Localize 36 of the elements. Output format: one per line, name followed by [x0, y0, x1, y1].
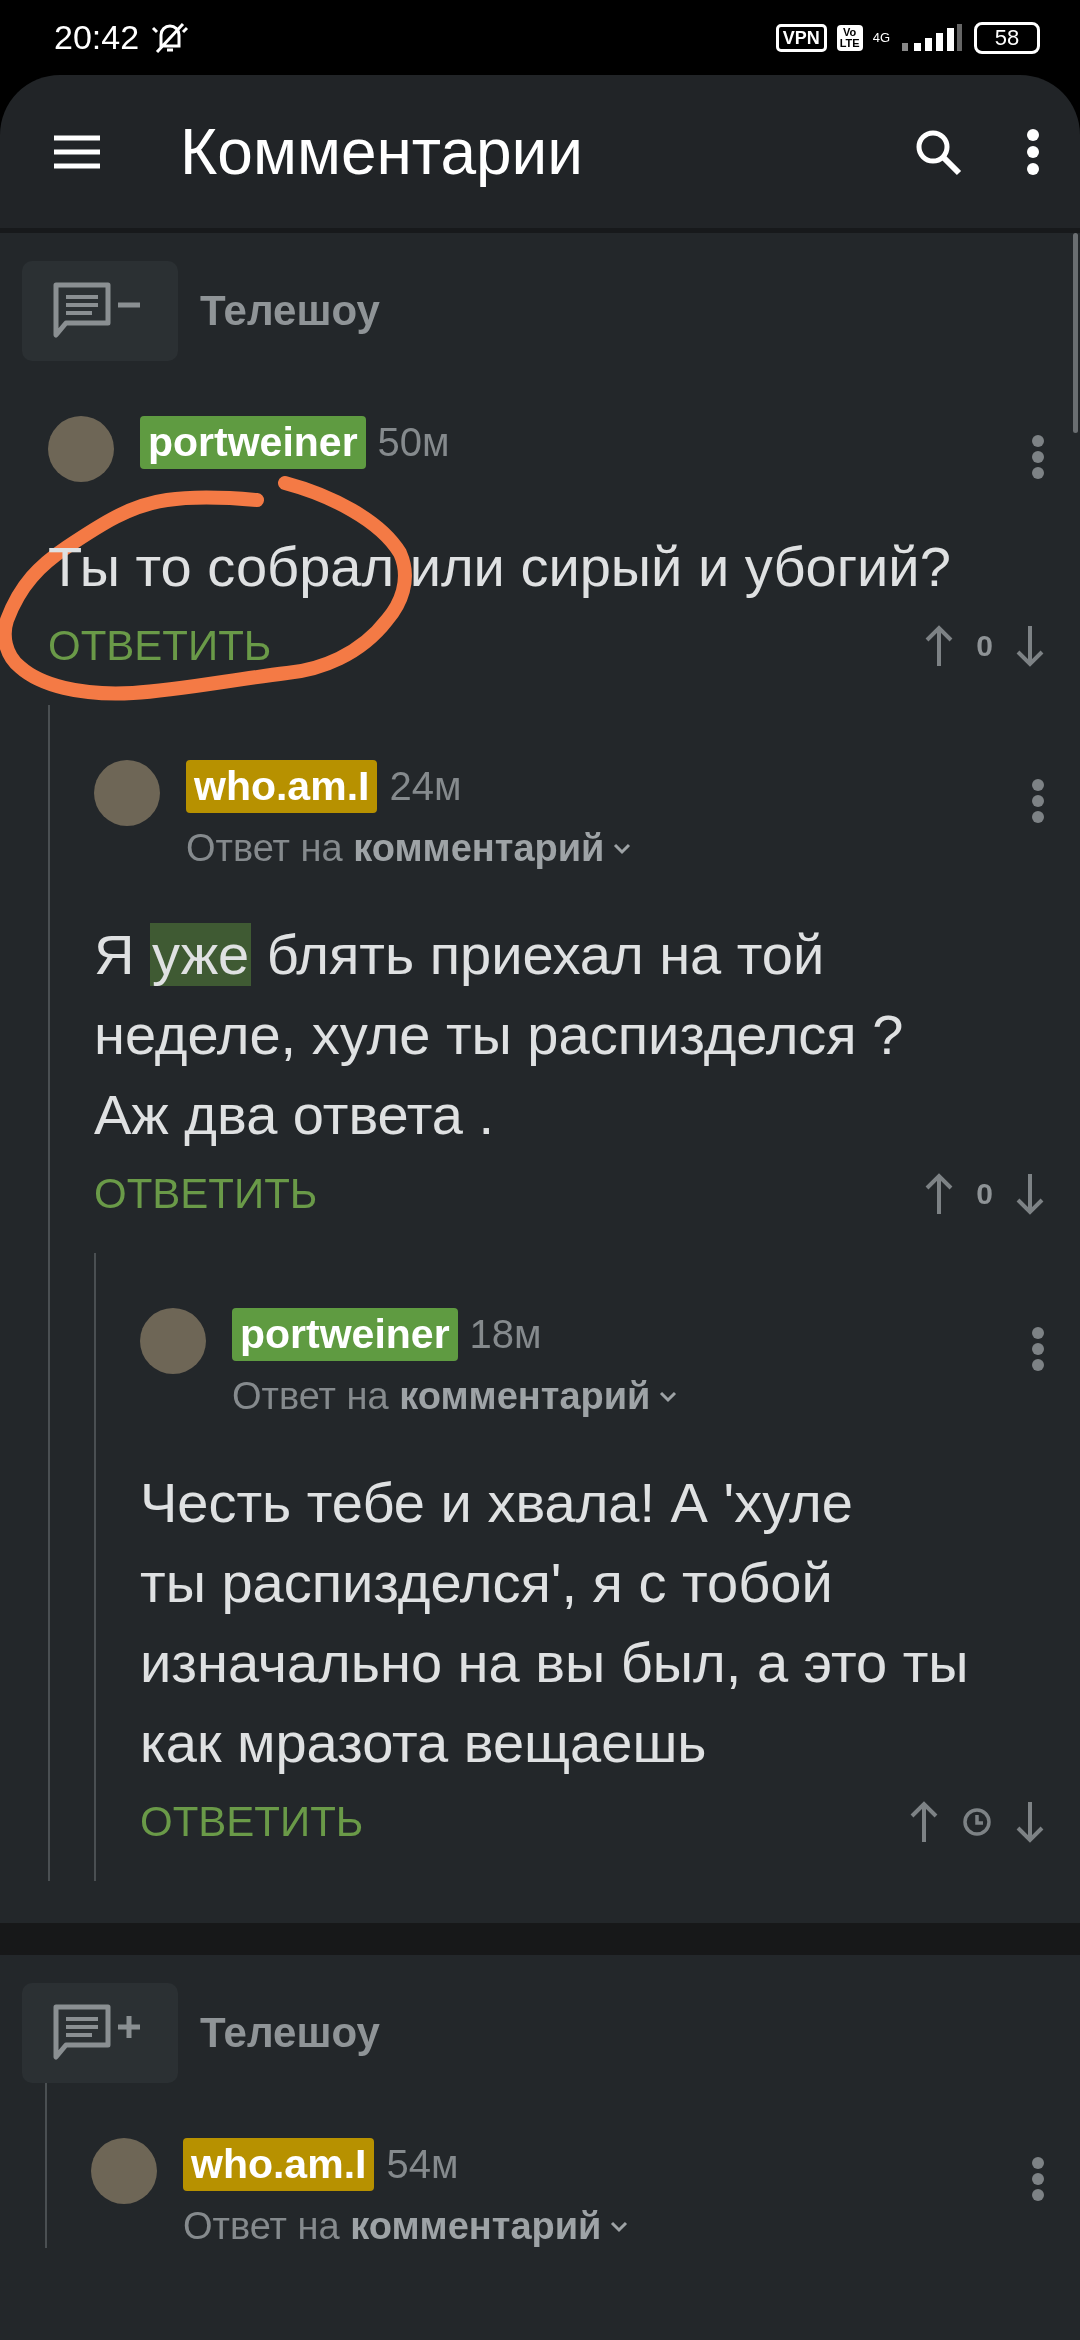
reply-to-link[interactable]: Ответ на комментарий: [186, 827, 605, 870]
reply-button[interactable]: ОТВЕТИТЬ: [140, 1798, 909, 1846]
reply-button[interactable]: ОТВЕТИТЬ: [94, 1170, 925, 1218]
author-badge[interactable]: who.am.I: [186, 760, 378, 813]
story-title[interactable]: Телешоу: [200, 287, 380, 335]
more-options-icon[interactable]: [1026, 127, 1040, 176]
comment-text: Честь тебе и хвала! А 'хуле ты распизделся', я с тобой изначально на вы был, а это ты как мразота вещаешь: [140, 1470, 970, 1776]
author-badge[interactable]: portweiner: [140, 416, 366, 469]
clock-time: 20:42: [54, 18, 140, 57]
comment-text: Я уже блять приехал на той неделе, хуле ты распизделся ? Аж два ответа .: [94, 922, 905, 1148]
reply-button[interactable]: ОТВЕТИТЬ: [48, 622, 925, 670]
reply-to-link[interactable]: Ответ на комментарий: [232, 1375, 651, 1418]
chevron-down-icon[interactable]: [612, 841, 633, 856]
battery-indicator: 58: [974, 21, 1040, 54]
comment-text: Ты то собрал или сирый и убогий?: [48, 534, 952, 600]
score: 0: [976, 629, 993, 663]
volte-indicator: Vo LTE: [836, 24, 863, 51]
collapse-button[interactable]: [22, 261, 178, 361]
vpn-indicator: VPN: [775, 23, 827, 52]
page-title: Комментарии: [180, 114, 585, 189]
comment-time: 50м: [377, 420, 450, 465]
score: 0: [976, 1177, 993, 1211]
network-type: 4G: [872, 30, 890, 45]
clock-icon: [961, 1806, 993, 1838]
expand-button[interactable]: [22, 1983, 178, 2083]
comment-time: 54м: [386, 2142, 459, 2187]
chevron-down-icon[interactable]: [609, 2219, 630, 2234]
reply-to-link[interactable]: Ответ на комментарий: [183, 2205, 602, 2248]
menu-icon[interactable]: [54, 134, 100, 169]
chevron-down-icon[interactable]: [658, 1389, 679, 1404]
comment-time: 24м: [389, 764, 462, 809]
author-badge[interactable]: portweiner: [232, 1308, 458, 1361]
comment-time: 18м: [469, 1312, 542, 1357]
signal-icon: [900, 22, 964, 53]
author-badge[interactable]: who.am.I: [183, 2138, 375, 2191]
story-title[interactable]: Телешоу: [200, 2009, 380, 2057]
